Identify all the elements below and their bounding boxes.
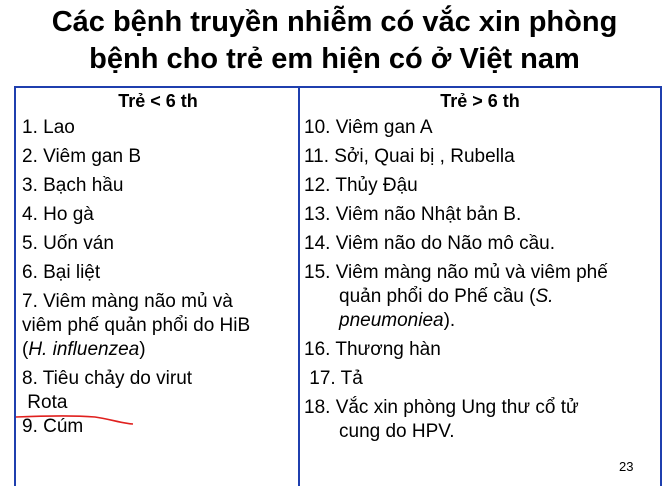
list-item: 8. Tiêu chảy do virut Rota xyxy=(22,367,294,415)
item-7-line-2: viêm phế quản phổi do HiB xyxy=(22,315,251,336)
column-header-under-6-months: Trẻ < 6 th xyxy=(118,91,198,111)
item-15-line-2: quản phổi do Phế cầu (S. xyxy=(339,286,554,307)
title-line-1: Các bệnh truyền nhiễm có vắc xin phòng xyxy=(51,6,618,38)
list-item: 17. Tả xyxy=(304,368,363,389)
list-item: 3. Bạch hầu xyxy=(22,175,124,196)
list-item: 13. Viêm não Nhật bản B. xyxy=(304,204,522,225)
item-8-line-1: 8. Tiêu chảy do virut xyxy=(22,368,193,389)
item-15-line-3: pneumoniea). xyxy=(339,310,456,331)
list-item: 10. Viêm gan A xyxy=(304,117,433,138)
column-under-6-months: Trẻ < 6 th 1. Lao 2. Viêm gan B 3. Bạch … xyxy=(22,88,294,439)
list-item: 18. Vắc xin phòng Ung thư cổ tử cung do … xyxy=(304,396,656,444)
list-item: 9. Cúm xyxy=(22,416,84,437)
item-18-line-1: 18. Vắc xin phòng Ung thư cổ tử xyxy=(304,397,579,418)
slide-title: Các bệnh truyền nhiễm có vắc xin phòng b… xyxy=(0,4,669,78)
item-18-line-2: cung do HPV. xyxy=(339,421,455,442)
list-item: 5. Uốn ván xyxy=(22,233,114,254)
list-item: 4. Ho gà xyxy=(22,204,94,225)
item-8-line-2: Rota xyxy=(22,392,68,413)
list-item: 7. Viêm màng não mủ và viêm phế quản phổ… xyxy=(22,290,294,362)
item-15-line-1: 15. Viêm màng não mủ và viêm phế xyxy=(304,262,608,283)
list-item: 14. Viêm não do Não mô cầu. xyxy=(304,233,556,254)
list-item: 11. Sởi, Quai bị , Rubella xyxy=(304,146,515,167)
list-item: 6. Bại liệt xyxy=(22,262,101,283)
column-over-6-months: Trẻ > 6 th 10. Viêm gan A 11. Sởi, Quai … xyxy=(304,88,656,444)
item-7-line-1: 7. Viêm màng não mủ và xyxy=(22,291,233,312)
page-number: 23 xyxy=(619,459,634,474)
list-item: 16. Thương hàn xyxy=(304,339,441,360)
item-7-line-3: (H. influenzea) xyxy=(22,339,146,360)
column-header-over-6-months: Trẻ > 6 th xyxy=(440,91,520,111)
list-item: 2. Viêm gan B xyxy=(22,146,142,167)
column-divider xyxy=(298,88,300,486)
list-item: 1. Lao xyxy=(22,117,75,138)
title-line-2: bệnh cho trẻ em hiện có ở Việt nam xyxy=(89,43,580,75)
list-item: 12. Thủy Đậu xyxy=(304,175,418,196)
vaccine-table: Trẻ < 6 th 1. Lao 2. Viêm gan B 3. Bạch … xyxy=(14,86,662,486)
list-item: 15. Viêm màng não mủ và viêm phế quản ph… xyxy=(304,261,656,333)
